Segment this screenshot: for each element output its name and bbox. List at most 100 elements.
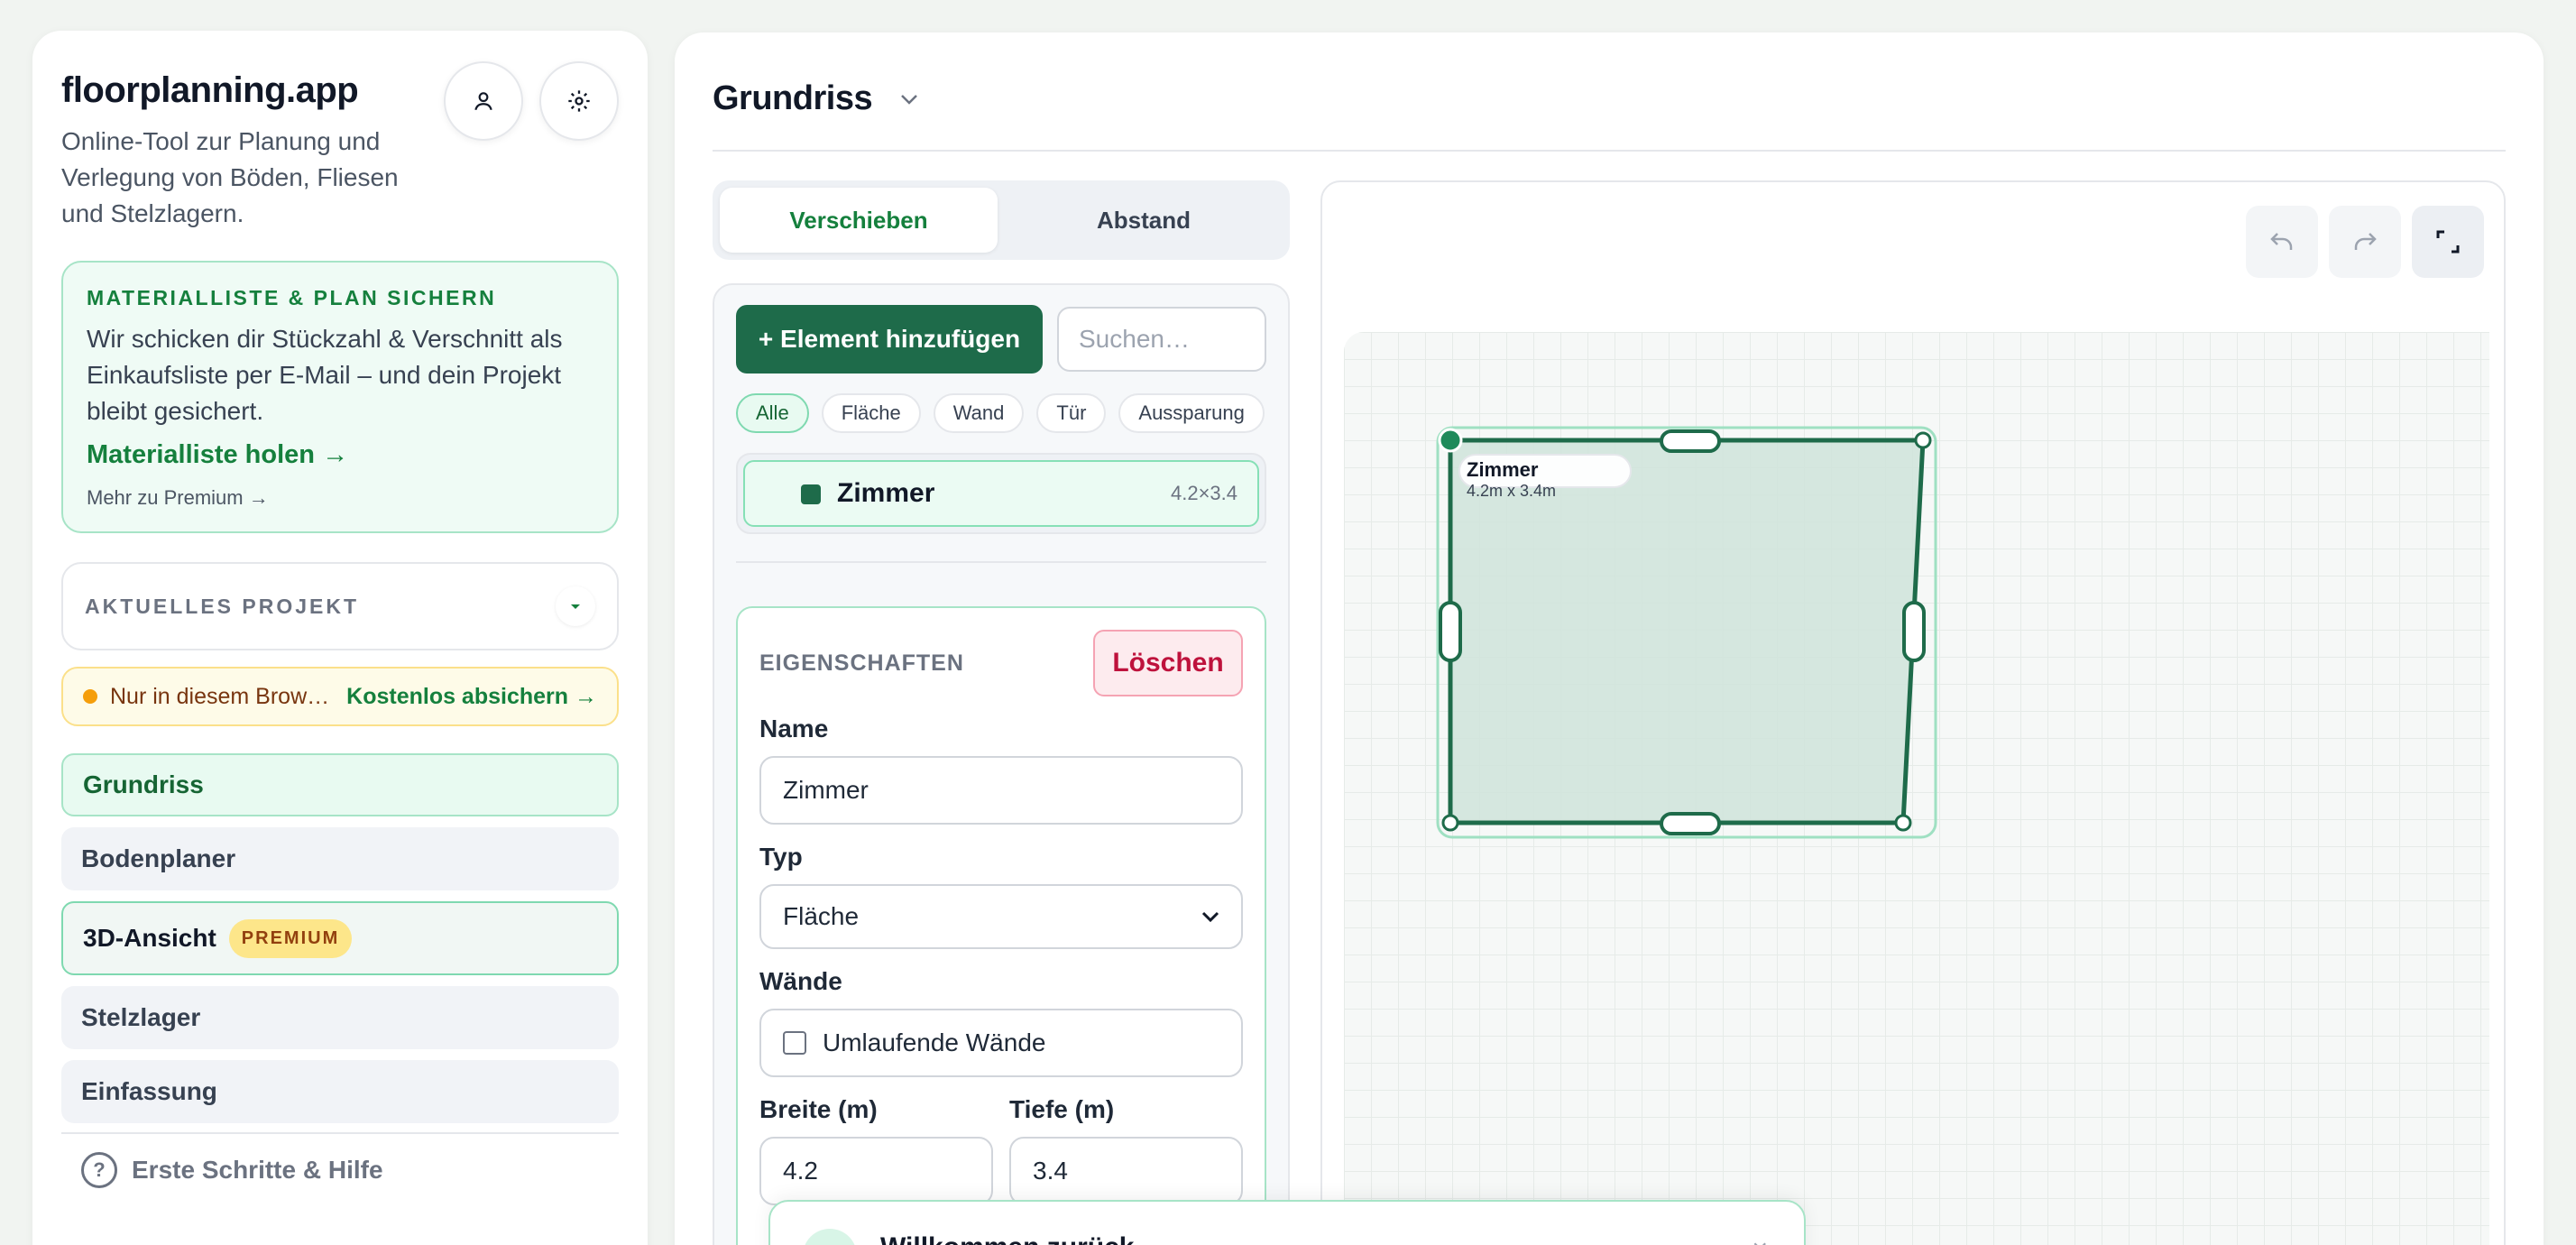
project-label: AKTUELLES PROJEKT — [85, 594, 360, 618]
add-element-button[interactable]: + Element hinzufügen — [736, 305, 1043, 374]
user-icon — [474, 92, 492, 111]
name-value: Zimmer — [783, 776, 869, 804]
depth-label: Tiefe (m) — [1009, 1095, 1115, 1123]
elements-panel: + Element hinzufügen Alle Fläche Wand Tü… — [713, 283, 1290, 1245]
sidebar-item-label: Grundriss — [83, 770, 204, 798]
width-field[interactable]: 4.2 — [759, 1137, 993, 1205]
room-corner-handle[interactable] — [1438, 428, 1463, 453]
room-corner-handle[interactable] — [1894, 814, 1912, 832]
materialliste-link[interactable]: Materialliste holen → — [87, 440, 593, 470]
room-color-swatch — [801, 484, 821, 504]
undo-icon — [2270, 233, 2293, 250]
width-label: Breite (m) — [759, 1095, 878, 1123]
delete-button[interactable]: Löschen — [1093, 630, 1243, 696]
walls-checkbox[interactable] — [783, 1031, 806, 1055]
list-item[interactable]: Zimmer 4.2×3.4 — [743, 460, 1259, 527]
type-label: Typ — [759, 843, 803, 871]
sidebar-item-label: 3D-Ansicht — [83, 924, 216, 952]
account-actions — [444, 61, 619, 141]
element-name: Zimmer — [837, 478, 935, 508]
brand-subtitle: Online-Tool zur Planung und Verlegung vo… — [61, 127, 399, 227]
chevron-down-icon — [556, 586, 595, 626]
sidebar-item-3d-ansicht[interactable]: 3D-Ansicht PREMIUM — [61, 901, 619, 975]
depth-value: 3.4 — [1033, 1157, 1068, 1185]
depth-field[interactable]: 3.4 — [1009, 1137, 1243, 1205]
sidebar: floorplanning.app Online-Tool zur Planun… — [32, 31, 648, 1245]
chevron-down-icon — [901, 94, 917, 105]
canvas-toolbar — [2246, 206, 2484, 278]
properties-title: EIGENSCHAFTEN — [759, 650, 964, 676]
undo-button[interactable] — [2246, 206, 2318, 278]
promo-card: MATERIALLISTE & PLAN SICHERN Wir schicke… — [61, 261, 619, 533]
welcome-toast: Willkommen zurück × — [768, 1200, 1806, 1245]
promo-label: MATERIALLISTE & PLAN SICHERN — [87, 286, 497, 309]
plan-canvas: Zimmer 4.2m x 3.4m — [1320, 180, 2506, 1245]
fullscreen-icon — [2436, 230, 2460, 254]
element-dims: 4.2×3.4 — [1170, 482, 1237, 504]
filter-chip-tuer[interactable]: Tür — [1036, 393, 1107, 433]
close-icon[interactable]: × — [1752, 1234, 1768, 1245]
type-select[interactable]: Fläche — [759, 884, 1243, 949]
page-title: Grundriss — [713, 79, 873, 117]
grid-canvas[interactable]: Zimmer 4.2m x 3.4m — [1344, 332, 2489, 1245]
chevron-down-icon — [1201, 911, 1219, 922]
filter-chips: Alle Fläche Wand Tür Aussparung — [736, 393, 1266, 433]
sidebar-item-label: Stelzlager — [81, 1003, 201, 1031]
room-corner-handle[interactable] — [1441, 814, 1459, 832]
tab-verschieben[interactable]: Verschieben — [720, 188, 998, 253]
warning-text: Nur in diesem Brow… — [110, 683, 330, 709]
walls-checkbox-row[interactable]: Umlaufende Wände — [759, 1009, 1243, 1077]
type-value: Fläche — [783, 902, 860, 930]
toast-title: Willkommen zurück — [880, 1232, 1134, 1245]
sidebar-item-einfassung[interactable]: Einfassung — [61, 1060, 619, 1123]
help-link[interactable]: ? Erste Schritte & Hilfe — [61, 1134, 619, 1206]
sidebar-item-bodenplaner[interactable]: Bodenplaner — [61, 827, 619, 890]
filter-chip-flaeche[interactable]: Fläche — [821, 393, 921, 433]
main-panel: Grundriss Verschieben Abstand + Element … — [675, 32, 2544, 1245]
account-button[interactable] — [444, 61, 523, 141]
element-list: Zimmer 4.2×3.4 — [736, 453, 1266, 534]
walls-checkbox-label: Umlaufende Wände — [823, 1028, 1046, 1056]
tab-abstand[interactable]: Abstand — [1005, 188, 1283, 253]
header-divider — [713, 150, 2506, 152]
properties-card: EIGENSCHAFTEN Löschen Name Zimmer Typ Fl… — [736, 606, 1266, 1245]
premium-badge: PREMIUM — [228, 918, 353, 958]
edge-handle-top[interactable] — [1660, 429, 1721, 453]
name-field[interactable]: Zimmer — [759, 756, 1243, 825]
premium-more-link[interactable]: Mehr zu Premium → — [87, 486, 593, 510]
walls-label: Wände — [759, 967, 842, 995]
sidebar-nav: Grundriss Bodenplaner 3D-Ansicht PREMIUM… — [61, 753, 619, 1123]
help-label: Erste Schritte & Hilfe — [132, 1156, 383, 1184]
redo-icon — [2354, 233, 2377, 250]
filter-chip-aussparung[interactable]: Aussparung — [1118, 393, 1265, 433]
sidebar-item-grundriss[interactable]: Grundriss — [61, 753, 619, 816]
fullscreen-button[interactable] — [2412, 206, 2484, 278]
redo-button[interactable] — [2329, 206, 2401, 278]
room-drawing: Zimmer 4.2m x 3.4m — [1436, 426, 1937, 839]
room-label: Zimmer — [1467, 458, 1539, 481]
help-icon: ? — [81, 1152, 117, 1188]
view-selector[interactable]: Grundriss — [713, 79, 919, 118]
project-selector[interactable]: AKTUELLES PROJEKT — [61, 562, 619, 650]
settings-button[interactable] — [539, 61, 619, 141]
search-input[interactable] — [1057, 307, 1266, 372]
gear-icon — [568, 90, 590, 112]
filter-chip-alle[interactable]: Alle — [736, 393, 809, 433]
sidebar-item-stelzlager[interactable]: Stelzlager — [61, 986, 619, 1049]
promo-text: Wir schicken dir Stückzahl & Verschnitt … — [87, 325, 563, 425]
mode-tabs: Verschieben Abstand — [713, 180, 1290, 260]
storage-warning: Nur in diesem Brow… Kostenlos absichern … — [61, 667, 619, 726]
width-value: 4.2 — [783, 1157, 818, 1185]
edge-handle-bottom[interactable] — [1660, 812, 1721, 835]
warning-dot-icon — [83, 689, 97, 704]
room-corner-handle[interactable] — [1914, 431, 1932, 449]
edge-handle-right[interactable] — [1902, 601, 1926, 662]
sidebar-item-label: Einfassung — [81, 1077, 217, 1105]
secure-free-link[interactable]: Kostenlos absichern → — [346, 684, 597, 710]
name-label: Name — [759, 715, 829, 742]
room-dims-label: 4.2m x 3.4m — [1467, 482, 1556, 500]
welcome-icon — [803, 1229, 857, 1245]
filter-chip-wand[interactable]: Wand — [933, 393, 1025, 433]
edge-handle-left[interactable] — [1439, 601, 1462, 662]
panel-divider — [736, 561, 1266, 563]
